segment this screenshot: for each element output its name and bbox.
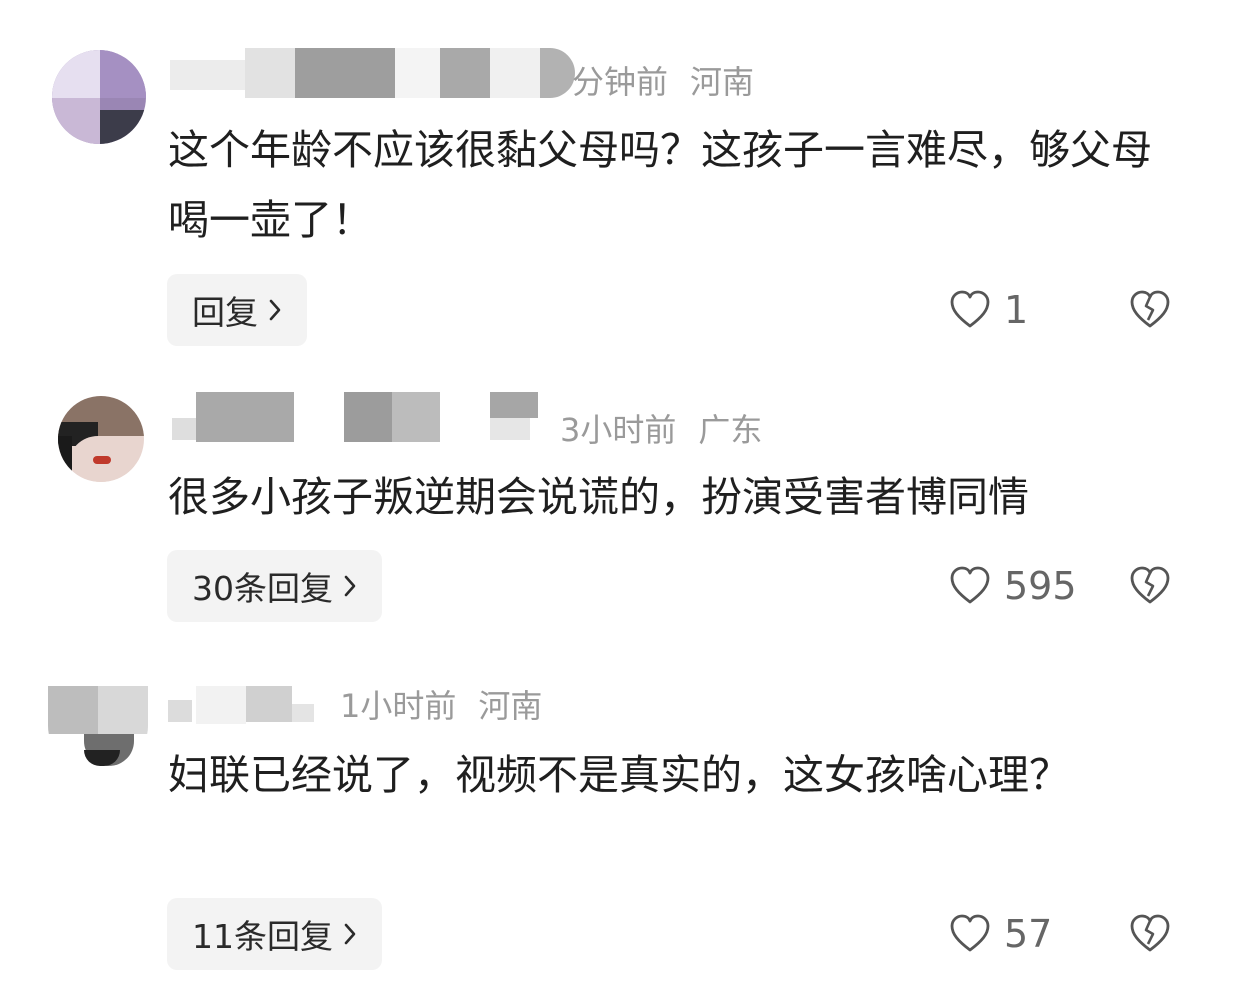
chevron-right-icon [344, 923, 356, 945]
username-mosaic [150, 686, 330, 726]
heart-outline-icon [950, 914, 990, 952]
avatar[interactable] [48, 686, 148, 766]
reply-label: 11条回复 [192, 917, 333, 956]
comment-text: 妇联已经说了，视频不是真实的，这女孩啥心理？ [168, 751, 1070, 799]
comment-meta: 1小时前 河南 [340, 684, 564, 728]
like-count: 57 [1004, 912, 1053, 956]
comment-time: 1小时前 [340, 687, 457, 725]
like-button[interactable]: 57 [948, 912, 1052, 956]
broken-heart-icon[interactable] [1128, 912, 1172, 956]
reply-button[interactable]: 11条回复 [167, 898, 382, 970]
comment-location: 河南 [478, 687, 543, 725]
comment-item: 1小时前 河南 妇联已经说了，视频不是真实的，这女孩啥心理？ 11条回复 57 [0, 0, 1241, 995]
